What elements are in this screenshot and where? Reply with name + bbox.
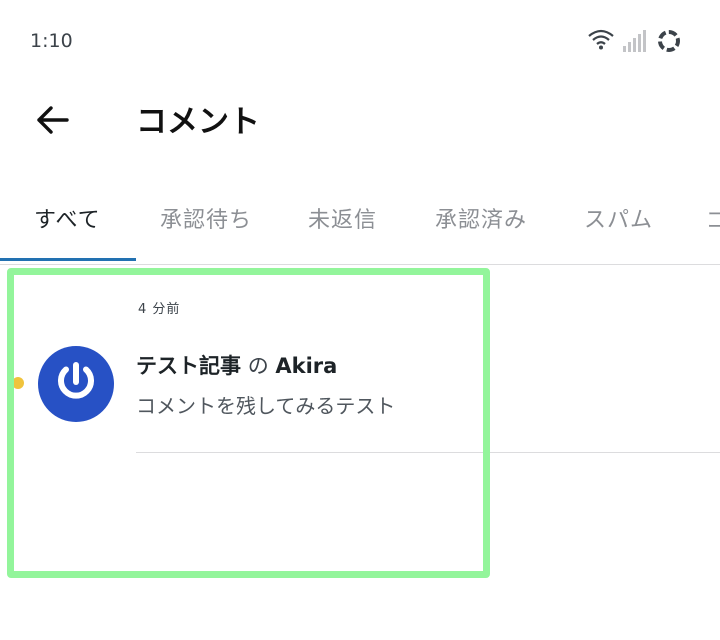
loading-icon bbox=[658, 30, 680, 52]
tab-spam[interactable]: スパム bbox=[584, 202, 653, 234]
tab-active-indicator bbox=[0, 258, 136, 261]
comment-author: Akira bbox=[275, 354, 338, 378]
divider bbox=[136, 452, 720, 453]
tab-unreplied[interactable]: 未返信 bbox=[308, 202, 377, 234]
tab-approved[interactable]: 承認済み bbox=[435, 202, 527, 234]
avatar bbox=[38, 346, 114, 422]
gravatar-power-icon bbox=[54, 360, 98, 408]
comment-heading: テスト記事 の Akira bbox=[136, 350, 337, 380]
tab-trash[interactable]: ゴ bbox=[706, 202, 720, 234]
status-icons bbox=[587, 26, 680, 56]
signal-icon bbox=[623, 30, 646, 52]
tab-pending[interactable]: 承認待ち bbox=[160, 202, 252, 234]
comment-excerpt: コメントを残してみるテスト bbox=[136, 394, 396, 418]
back-button[interactable] bbox=[30, 100, 74, 144]
unread-indicator bbox=[12, 377, 24, 389]
comment-list-item[interactable]: 4 分前 テスト記事 の Akira コメントを残してみるテスト bbox=[0, 266, 720, 476]
arrow-left-icon bbox=[35, 105, 69, 139]
status-bar: 1:10 bbox=[0, 0, 720, 84]
comment-time: 4 分前 bbox=[138, 302, 181, 317]
status-time: 1:10 bbox=[30, 30, 73, 52]
app-bar: コメント bbox=[0, 84, 720, 160]
page-title: コメント bbox=[136, 104, 260, 140]
wifi-icon bbox=[587, 28, 615, 54]
tab-all[interactable]: すべて bbox=[34, 202, 101, 234]
tab-bar: すべて 承認待ち 未返信 承認済み スパム ゴ bbox=[0, 184, 720, 265]
comment-post-title: テスト記事 bbox=[136, 354, 241, 378]
comment-connector: の bbox=[247, 354, 269, 378]
